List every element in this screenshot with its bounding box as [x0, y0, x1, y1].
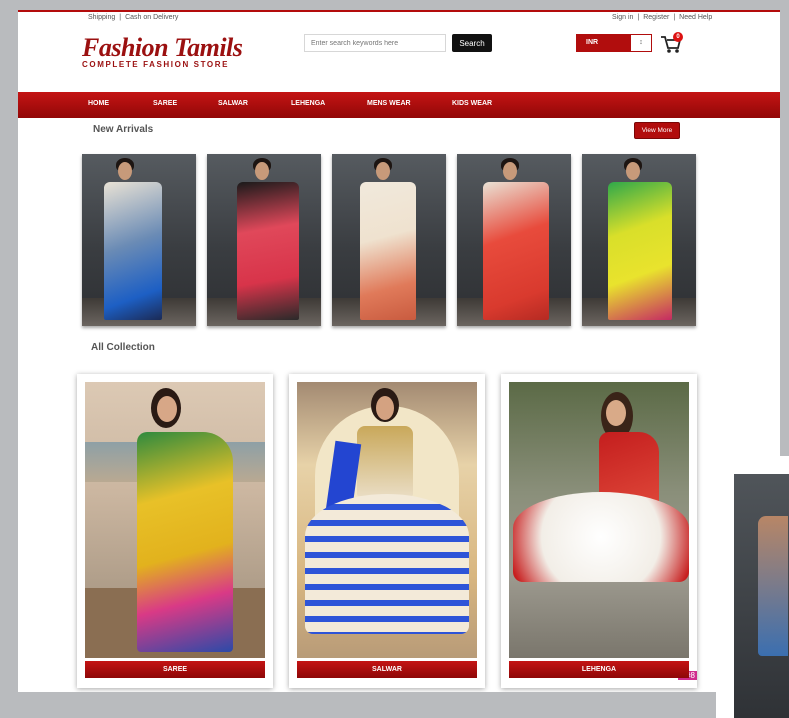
saree-photo [85, 382, 265, 658]
separator: | [637, 14, 640, 21]
model-head [626, 162, 640, 180]
new-arrival-product[interactable] [82, 154, 196, 326]
model-head [376, 162, 390, 180]
cart-button[interactable]: 0 [660, 32, 684, 56]
sign-in-link[interactable]: Sign in [612, 14, 633, 21]
all-collection-title: All Collection [91, 342, 155, 353]
cart-count-badge: 0 [673, 32, 683, 42]
model-head [606, 400, 626, 426]
logo-subtitle: COMPLETE FASHION STORE [82, 60, 230, 69]
saree-garment [137, 432, 233, 652]
salwar-photo [297, 382, 477, 658]
nav-salwar[interactable]: SALWAR [218, 100, 248, 107]
cash-on-delivery-link[interactable]: Cash on Delivery [125, 14, 178, 21]
overlapping-window [716, 456, 789, 718]
currency-value: INR [586, 39, 599, 46]
view-more-button[interactable]: View More [634, 122, 680, 139]
saree-yellow [608, 182, 672, 320]
currency-spinner-icon[interactable]: ↕ [630, 34, 652, 52]
new-arrival-product[interactable] [582, 154, 696, 326]
nav-home[interactable]: HOME [88, 100, 109, 107]
lehenga-skirt [513, 492, 689, 582]
new-arrivals-title: New Arrivals [93, 124, 154, 135]
search-input[interactable] [304, 34, 446, 52]
saree-cream [360, 182, 416, 320]
model-head [118, 162, 132, 180]
store-page: Shipping | Cash on Delivery Sign in | Regist… [18, 10, 780, 692]
overlapping-model [758, 516, 788, 656]
saree-red [237, 182, 299, 320]
nav-saree[interactable]: SAREE [153, 100, 177, 107]
model-head [255, 162, 269, 180]
separator: | [119, 14, 122, 21]
model-head [376, 396, 394, 420]
salwar-skirt [305, 494, 469, 634]
lehenga-photo [509, 382, 689, 658]
saree-category-button[interactable]: SAREE [85, 661, 265, 678]
register-link[interactable]: Register [643, 14, 669, 21]
nav-kids-wear[interactable]: KIDS WEAR [452, 100, 492, 107]
currency-select[interactable]: INR ↕ [576, 34, 652, 52]
model-head [157, 396, 177, 422]
logo-title: Fashion Tamils [82, 33, 243, 62]
collection-card-salwar[interactable]: SALWAR [289, 374, 485, 688]
search-button[interactable]: Search [452, 34, 492, 52]
top-left-links: Shipping | Cash on Delivery [88, 14, 178, 21]
lehenga-category-button[interactable]: LEHENGA [509, 661, 689, 678]
collection-card-saree[interactable]: SAREE [77, 374, 273, 688]
new-arrival-product[interactable] [332, 154, 446, 326]
model-head [503, 162, 517, 180]
saree-blue [104, 182, 162, 320]
collection-card-lehenga[interactable]: D#8 LEHENGA [501, 374, 697, 688]
site-logo[interactable]: Fashion Tamils COMPLETE FASHION STORE [82, 33, 252, 70]
shipping-link[interactable]: Shipping [88, 14, 115, 21]
salwar-category-button[interactable]: SALWAR [297, 661, 477, 678]
salwar-top [357, 426, 413, 496]
need-help-link[interactable]: Need Help [679, 14, 712, 21]
nav-lehenga[interactable]: LEHENGA [291, 100, 325, 107]
nav-mens-wear[interactable]: MENS WEAR [367, 100, 411, 107]
top-right-links: Sign in | Register | Need Help [612, 14, 712, 21]
saree-coral [483, 182, 549, 320]
main-nav: HOME SAREE SALWAR LEHENGA MENS WEAR KIDS… [18, 92, 780, 118]
new-arrival-product[interactable] [207, 154, 321, 326]
new-arrival-product[interactable] [457, 154, 571, 326]
separator: | [673, 14, 676, 21]
top-utility-bar: Shipping | Cash on Delivery Sign in | Regist… [18, 12, 780, 26]
